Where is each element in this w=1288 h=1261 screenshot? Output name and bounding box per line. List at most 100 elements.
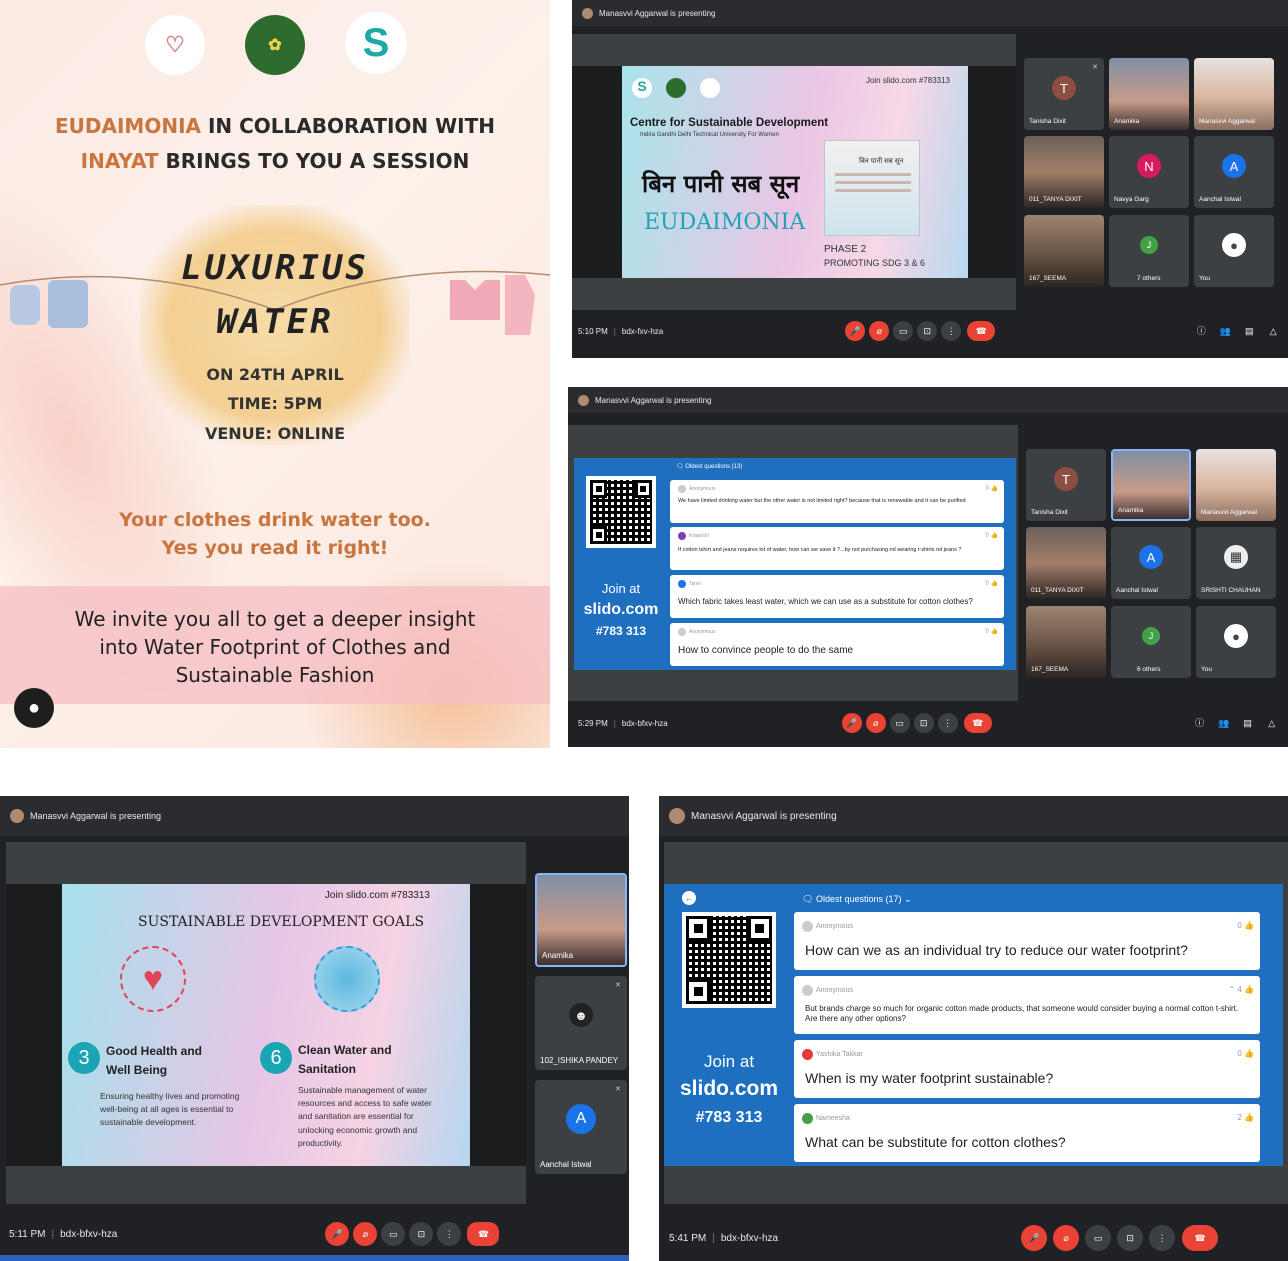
question-card[interactable]: Yashika Takkar 0 👍 When is my water footpr… <box>794 1040 1260 1098</box>
participant-initial: T <box>1054 467 1078 492</box>
question-card[interactable]: Anonymous ⌃ 4 👍 But brands charge so much … <box>794 976 1260 1034</box>
participant-tile[interactable]: 011_TANYA DIXIT <box>1024 136 1104 208</box>
captions-icon[interactable]: ▭ <box>889 713 910 733</box>
qr-code <box>682 912 776 1008</box>
meeting-code: bdx-bfxv-hza <box>60 1228 118 1240</box>
participant-name: 167_SEEMA <box>1031 666 1069 673</box>
end-call-button[interactable]: ☎ <box>467 1222 500 1246</box>
present-icon[interactable]: ⊡ <box>1117 1225 1144 1251</box>
slide-hindi-title: बिन पानी सब सून <box>642 170 800 198</box>
participant-tile[interactable]: ☻ ✕ 102_ISHIKA PANDEY <box>535 976 627 1070</box>
captions-icon[interactable]: ▭ <box>381 1222 406 1246</box>
participant-tile[interactable]: Anamika <box>535 873 627 967</box>
slido-panel: Join at slido.com #783 313 🗨 Oldest ques… <box>574 458 1016 670</box>
questions-header[interactable]: 🗨 Oldest questions (17) ⌄ <box>802 894 912 905</box>
question-card[interactable]: Anonymous 0 👍 How can we as an individual … <box>794 912 1260 970</box>
participant-tile[interactable]: N Navya Garg <box>1109 136 1189 208</box>
chat-icon[interactable]: ▤ <box>1238 714 1258 734</box>
camera-toggle-icon[interactable]: ⌀ <box>353 1222 378 1246</box>
like-count[interactable]: 0 👍 <box>986 532 998 539</box>
participant-tile[interactable]: Anamika <box>1111 449 1191 521</box>
question-author: Anonymous <box>678 485 715 493</box>
slide-join-text: Join slido.com #783313 <box>865 76 950 85</box>
present-icon[interactable]: ⊡ <box>409 1222 434 1246</box>
call-controls: 🎤 ⌀ ▭ ⊡ ⋮ ☎ <box>323 1222 500 1246</box>
participant-tile[interactable]: A ✕ Aanchal Istwal <box>535 1080 627 1174</box>
participant-name: Anamika <box>542 951 574 960</box>
people-icon[interactable]: 👥 <box>1214 714 1234 734</box>
participant-tile[interactable]: A Aanchal Istwal <box>1111 527 1191 599</box>
people-icon[interactable]: 👥 <box>1215 322 1235 342</box>
participant-tile[interactable]: Manasvvi Aggarwal <box>1196 449 1276 521</box>
activities-icon[interactable]: △ <box>1263 322 1283 342</box>
slide-centre-title: Centre for Sustainable Development <box>630 117 829 129</box>
participant-name: Aanchal Istwal <box>1199 196 1241 203</box>
participant-tile[interactable]: J 7 others <box>1109 215 1189 287</box>
participant-tile[interactable]: J 6 others <box>1111 606 1191 678</box>
participant-tile[interactable]: ● You <box>1196 606 1276 678</box>
question-text: If cotton tshirt and jeans requires lot … <box>678 547 962 553</box>
participant-tile[interactable]: 167_SEEMA <box>1026 606 1106 678</box>
end-call-button[interactable]: ☎ <box>963 713 992 733</box>
present-icon[interactable]: ⊡ <box>913 713 934 733</box>
chat-icon[interactable]: ▤ <box>1239 322 1259 342</box>
question-card[interactable]: Tanvi 0 👍 Which fabric takes least water, … <box>670 575 1004 618</box>
participant-tile[interactable]: T ✕ Tanisha Dixit <box>1024 58 1104 130</box>
like-count[interactable]: ⌃ 4 👍 <box>1228 985 1254 994</box>
upvote-icon[interactable]: ⌃ <box>1228 985 1235 994</box>
slido-url: slido.com <box>583 601 659 618</box>
question-card[interactable]: Anonymous 0 👍 How to convince people to do… <box>670 623 1004 666</box>
camera-toggle-icon[interactable]: ⌀ <box>865 713 886 733</box>
participant-tile[interactable]: ▦ SRISHTI CHAUHAN <box>1196 527 1276 599</box>
back-arrow-icon[interactable]: ← <box>682 891 696 905</box>
participant-tile[interactable]: ● You <box>1194 215 1274 287</box>
mic-toggle-icon[interactable]: 🎤 <box>1021 1225 1048 1251</box>
mic-toggle-icon[interactable]: 🎤 <box>841 713 862 733</box>
participant-tile[interactable]: Manasvvi Aggarwal <box>1194 58 1274 130</box>
participant-tile[interactable]: 167_SEEMA <box>1024 215 1104 287</box>
info-icon[interactable]: ⓘ <box>1190 713 1210 733</box>
heart-logo <box>700 78 720 98</box>
question-card[interactable]: Anonymous 0 👍 We have limited drinking wat… <box>670 480 1004 523</box>
mic-toggle-icon[interactable]: 🎤 <box>845 321 866 341</box>
like-count[interactable]: 0 👍 <box>986 580 998 587</box>
more-options-icon[interactable]: ⋮ <box>941 321 962 341</box>
activities-icon[interactable]: △ <box>1262 714 1282 734</box>
participant-tile[interactable]: A Aanchal Istwal <box>1194 136 1274 208</box>
user-avatar-icon[interactable]: ● <box>14 688 54 728</box>
author-name: Anonymous <box>689 486 716 492</box>
university-seal-logo: ✿ <box>245 15 305 75</box>
questions-header[interactable]: 🗨 Oldest questions (13) <box>676 463 742 470</box>
user-avatar-icon: ● <box>1224 624 1248 649</box>
like-count[interactable]: 0 👍 <box>1237 1049 1254 1058</box>
captions-icon[interactable]: ▭ <box>893 321 914 341</box>
more-options-icon[interactable]: ⋮ <box>437 1222 462 1246</box>
captions-icon[interactable]: ▭ <box>1085 1225 1112 1251</box>
camera-toggle-icon[interactable]: ⌀ <box>869 321 890 341</box>
like-count[interactable]: 2 👍 <box>1237 1113 1254 1122</box>
participant-tile[interactable]: T Tanisha Dixit <box>1026 449 1106 521</box>
meeting-time: 5:29 PM <box>578 718 608 728</box>
more-options-icon[interactable]: ⋮ <box>937 713 958 733</box>
participant-tile[interactable]: 011_TANYA DIXIT <box>1026 527 1106 599</box>
question-card[interactable]: Nameesha 2 👍 What can be substitute for co… <box>794 1104 1260 1162</box>
inset-text-line <box>835 173 911 176</box>
participant-initial: A <box>1222 154 1246 179</box>
end-call-button[interactable]: ☎ <box>1182 1225 1219 1251</box>
present-icon[interactable]: ⊡ <box>917 321 938 341</box>
like-count[interactable]: 0 👍 <box>1237 921 1254 930</box>
end-call-button[interactable]: ☎ <box>967 321 996 341</box>
question-card[interactable]: Kraanshi 0 👍 If cotton tshirt and jeans re… <box>670 527 1004 570</box>
control-bar: 5:29 PM | bdx-bfxv-hza 🎤 ⌀ ▭ ⊡ ⋮ ☎ ⓘ 👥 ▤ △ <box>568 712 1288 734</box>
more-options-icon[interactable]: ⋮ <box>1149 1225 1176 1251</box>
like-count[interactable]: 0 👍 <box>986 628 998 635</box>
presenting-bar: Manasvvi Aggarwal is presenting <box>568 387 1288 413</box>
user-avatar-icon: ● <box>1222 233 1246 258</box>
participant-tile[interactable]: Anamika <box>1109 58 1189 130</box>
mic-toggle-icon[interactable]: 🎤 <box>325 1222 350 1246</box>
info-icon[interactable]: ⓘ <box>1191 321 1211 341</box>
camera-toggle-icon[interactable]: ⌀ <box>1053 1225 1080 1251</box>
goal-6-number: 6 <box>260 1042 292 1074</box>
like-count[interactable]: 0 👍 <box>986 485 998 492</box>
goal-3-number: 3 <box>68 1042 100 1074</box>
